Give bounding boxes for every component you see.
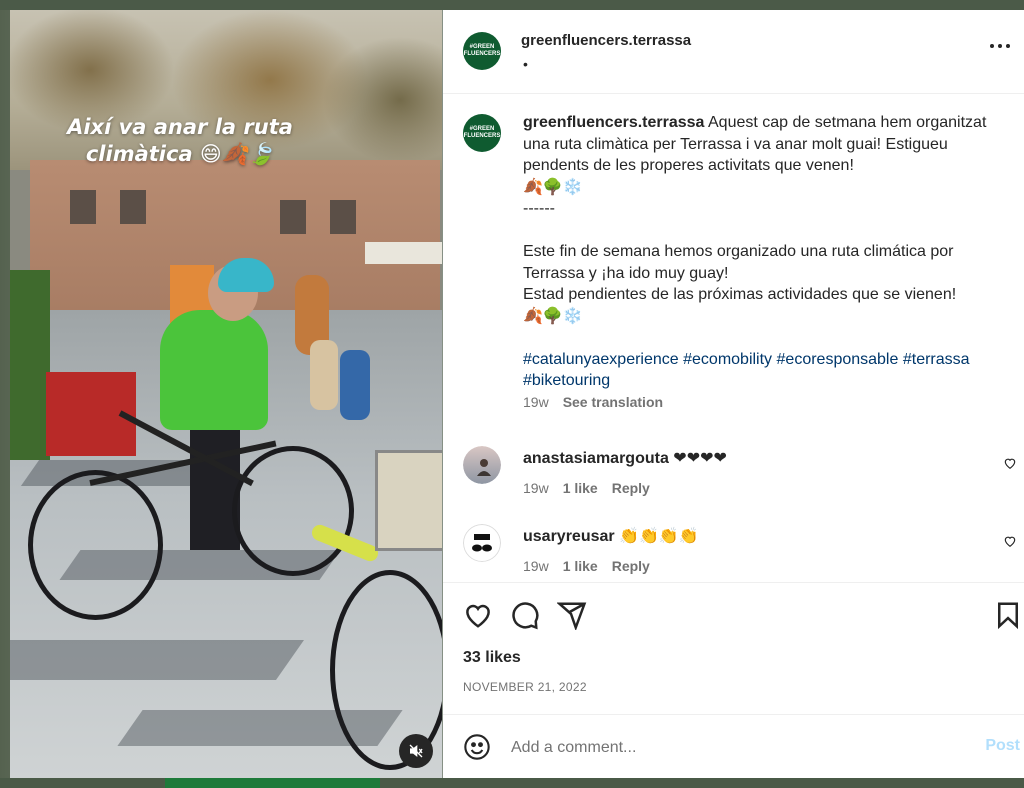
heart-icon[interactable] [1003, 534, 1017, 548]
more-options-button[interactable] [988, 36, 1016, 56]
comment-time: 19w [523, 558, 549, 574]
caption-body: Aquest cap de setmana hem organitzat una… [523, 114, 987, 325]
building-window [330, 200, 356, 234]
caption-time: 19w [523, 393, 549, 410]
emoji-icon[interactable] [463, 733, 491, 761]
building-window [120, 190, 146, 224]
post-comment-button[interactable]: Post [985, 737, 1020, 755]
building-window [280, 200, 306, 234]
video-child [310, 340, 338, 410]
hashtag-link[interactable]: #ecomobility [683, 351, 772, 368]
comment-item: anastasiamargouta ❤❤❤❤ 19w 1 like Reply [463, 446, 1023, 506]
comments-section[interactable]: #GREEN FLUENCERS greenfluencers.terrassa… [443, 94, 1024, 581]
header-dot: • [523, 56, 528, 72]
backdrop-top [0, 0, 1024, 10]
commenter-username[interactable]: anastasiamargouta [523, 450, 669, 467]
comment-meta: 19w 1 like Reply [523, 558, 664, 574]
comment-text: anastasiamargouta ❤❤❤❤ [523, 448, 727, 468]
post-details-panel: #GREEN FLUENCERS greenfluencers.terrassa… [443, 10, 1024, 778]
likes-count[interactable]: 33 likes [463, 649, 521, 667]
comment-body: ❤❤❤❤ [673, 450, 727, 467]
commenter-logo [463, 524, 501, 562]
comment-item: usaryreusar 👏👏👏👏 19w 1 like Reply [463, 524, 1023, 581]
bike-basket [375, 450, 442, 551]
author-username[interactable]: greenfluencers.terrassa [521, 32, 691, 49]
avatar-logo-text: #GREEN FLUENCERS [463, 44, 501, 57]
hashtag-link[interactable]: #ecoresponsable [777, 351, 899, 368]
caption-hashtags: #catalunyaexperience #ecomobility #ecore… [523, 351, 970, 390]
video-overlay-text: Així va anar la ruta climàtica 😄🍂🍃 [67, 115, 293, 166]
backdrop-bottom [0, 778, 1024, 788]
hashtag-link[interactable]: #terrassa [903, 351, 970, 368]
mute-button[interactable] [399, 734, 433, 768]
comment-time: 19w [523, 480, 549, 496]
video-shop-sign [365, 242, 442, 264]
building-window [70, 190, 96, 224]
shadow [10, 640, 305, 680]
comment-body: 👏👏👏👏 [619, 528, 699, 545]
post-header: #GREEN FLUENCERS greenfluencers.terrassa… [443, 10, 1024, 94]
caption-username[interactable]: greenfluencers.terrassa [523, 114, 704, 131]
comment-likes[interactable]: 1 like [563, 480, 598, 496]
see-translation-link[interactable]: See translation [563, 394, 663, 410]
caption-author-avatar[interactable]: #GREEN FLUENCERS [463, 114, 501, 152]
comment-likes[interactable]: 1 like [563, 558, 598, 574]
author-avatar[interactable]: #GREEN FLUENCERS [463, 32, 501, 70]
post-date: NOVEMBER 21, 2022 [463, 680, 587, 694]
muted-speaker-icon [409, 744, 423, 758]
heart-icon[interactable] [1003, 456, 1017, 470]
share-send-icon[interactable] [557, 600, 587, 630]
avatar-logo-text: #GREEN FLUENCERS [463, 126, 501, 139]
comment-meta: 19w 1 like Reply [523, 480, 664, 496]
reply-button[interactable]: Reply [612, 558, 650, 574]
commenter-photo [463, 446, 501, 484]
reply-button[interactable]: Reply [612, 480, 650, 496]
bookmark-icon[interactable] [993, 600, 1023, 630]
more-horizontal-icon [990, 44, 1010, 48]
video-person-legs [190, 420, 240, 550]
caption-meta: 19w See translation [523, 394, 663, 410]
post-actions: 33 likes NOVEMBER 21, 2022 [443, 582, 1024, 715]
hashtag-link[interactable]: #catalunyaexperience [523, 351, 679, 368]
comment-bubble-icon[interactable] [510, 600, 540, 630]
backdrop-accent [165, 778, 380, 788]
video-child [340, 350, 370, 420]
video-planter [10, 270, 50, 460]
post-video[interactable]: Així va anar la ruta climàtica 😄🍂🍃 [10, 10, 442, 778]
commenter-avatar[interactable] [463, 446, 501, 484]
bike-wheel [28, 470, 163, 620]
caption-text: greenfluencers.terrassa Aquest cap de se… [523, 112, 1003, 413]
video-person-jacket [160, 310, 268, 430]
comment-text: usaryreusar 👏👏👏👏 [523, 526, 699, 546]
add-comment-bar: Post [443, 714, 1024, 779]
commenter-username[interactable]: usaryreusar [523, 528, 615, 545]
comment-input[interactable] [509, 733, 933, 763]
like-heart-icon[interactable] [463, 600, 493, 630]
bike-wheel [232, 446, 354, 576]
hashtag-link[interactable]: #biketouring [523, 372, 610, 389]
commenter-avatar[interactable] [463, 524, 501, 562]
